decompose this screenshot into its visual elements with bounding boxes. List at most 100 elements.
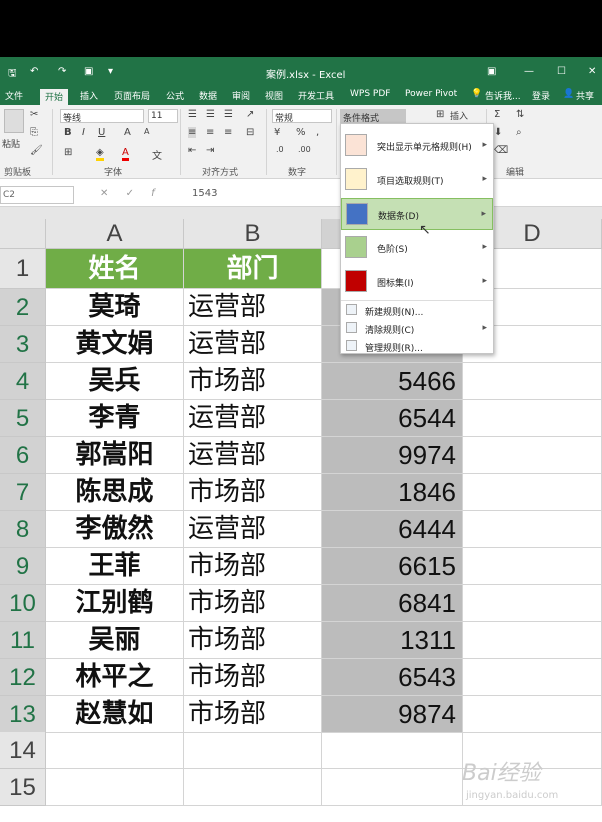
maximize-icon[interactable]: ☐ <box>557 66 566 77</box>
tab-power-pivot[interactable]: Power Pivot <box>405 89 457 99</box>
form-icon[interactable]: ▣ <box>84 66 93 77</box>
name-cell[interactable]: 江别鹤 <box>46 585 184 622</box>
tab-formulas[interactable]: 公式 <box>166 89 184 102</box>
format-painter-icon[interactable]: 🖌 <box>30 145 43 156</box>
dept-cell[interactable]: 运营部 <box>184 511 322 548</box>
paste-icon[interactable] <box>4 109 24 133</box>
align-middle-icon[interactable]: ☰ <box>206 109 215 120</box>
dept-cell[interactable]: 市场部 <box>184 659 322 696</box>
dropdown-item[interactable]: 图标集(I) ▸ <box>341 266 493 298</box>
copy-icon[interactable]: ⎘ <box>30 127 38 138</box>
tab-view[interactable]: 视图 <box>265 89 283 102</box>
dept-cell[interactable]: 市场部 <box>184 696 322 733</box>
value-cell[interactable]: 9874 <box>322 696 463 733</box>
merge-icon[interactable]: ⊟ <box>246 127 254 138</box>
tell-me-input[interactable]: 告诉我... <box>485 89 521 102</box>
insert-cells-button[interactable]: 插入 <box>450 109 468 122</box>
cell[interactable] <box>184 732 322 769</box>
italic-button[interactable]: I <box>82 127 85 138</box>
row-header[interactable]: 1 <box>0 249 46 289</box>
name-cell[interactable]: 莫琦 <box>46 289 184 326</box>
tab-wps-pdf[interactable]: WPS PDF <box>350 89 390 99</box>
dept-cell[interactable]: 运营部 <box>184 289 322 326</box>
underline-button[interactable]: U <box>98 127 105 138</box>
cell[interactable] <box>322 769 463 806</box>
align-top-icon[interactable]: ☰ <box>188 109 197 120</box>
column-header[interactable]: A <box>46 219 184 249</box>
cell[interactable] <box>463 548 602 585</box>
function-icon[interactable]: f <box>151 188 155 199</box>
share-button[interactable]: 共享 <box>576 89 594 102</box>
find-icon[interactable]: ⌕ <box>516 127 522 138</box>
value-cell[interactable]: 1311 <box>322 622 463 659</box>
align-center-icon[interactable]: ≡ <box>206 127 214 138</box>
font-grow-icon[interactable]: A <box>124 127 131 138</box>
cut-icon[interactable]: ✂ <box>30 109 38 120</box>
sort-filter-icon[interactable]: ⇅ <box>516 109 524 120</box>
dept-cell[interactable]: 运营部 <box>184 326 322 363</box>
ribbon-display-icon[interactable]: ▣ <box>487 66 496 77</box>
cell[interactable] <box>463 622 602 659</box>
customize-qat-icon[interactable]: ▾ <box>108 66 113 77</box>
name-cell[interactable]: 李傲然 <box>46 511 184 548</box>
cell[interactable] <box>184 769 322 806</box>
dropdown-small-item[interactable]: 新建规则(N)... <box>341 302 493 318</box>
tab-data[interactable]: 数据 <box>199 89 217 102</box>
cancel-icon[interactable]: ✕ <box>100 188 108 199</box>
currency-icon[interactable]: ¥ <box>274 127 280 138</box>
dropdown-item[interactable]: 突出显示单元格规则(H) ▸ <box>341 130 493 162</box>
value-cell[interactable]: 6544 <box>322 400 463 437</box>
align-right-icon[interactable]: ≡ <box>224 127 232 138</box>
close-icon[interactable]: ✕ <box>588 66 596 77</box>
minimize-icon[interactable]: — <box>524 66 534 77</box>
row-header[interactable]: 2 <box>0 289 46 326</box>
formula-input[interactable]: 1543 <box>192 188 217 199</box>
cell[interactable] <box>463 363 602 400</box>
fill-color-icon[interactable]: ◈ <box>96 147 104 161</box>
save-icon[interactable]: 🖫 <box>8 66 17 83</box>
name-box[interactable]: C2 <box>0 186 74 204</box>
dept-cell[interactable]: 运营部 <box>184 400 322 437</box>
cell[interactable] <box>463 659 602 696</box>
value-cell[interactable]: 6841 <box>322 585 463 622</box>
value-cell[interactable]: 9974 <box>322 437 463 474</box>
indent-decrease-icon[interactable]: ⇤ <box>188 145 196 156</box>
dept-cell[interactable]: 市场部 <box>184 622 322 659</box>
tab-developer[interactable]: 开发工具 <box>298 89 334 102</box>
cell[interactable] <box>463 400 602 437</box>
border-icon[interactable]: ⊞ <box>64 147 72 158</box>
row-header[interactable]: 14 <box>0 732 46 769</box>
value-cell[interactable]: 6444 <box>322 511 463 548</box>
orientation-icon[interactable]: ↗ <box>246 109 254 120</box>
row-header[interactable]: 11 <box>0 622 46 659</box>
paste-label[interactable]: 粘贴 <box>2 137 20 150</box>
font-shrink-icon[interactable]: A <box>144 127 149 136</box>
name-cell[interactable]: 黄文娟 <box>46 326 184 363</box>
dept-cell[interactable]: 市场部 <box>184 474 322 511</box>
tab-review[interactable]: 审阅 <box>232 89 250 102</box>
clear-icon[interactable]: ⌫ <box>494 145 508 156</box>
percent-icon[interactable]: % <box>296 127 306 138</box>
name-cell[interactable]: 陈思成 <box>46 474 184 511</box>
value-cell[interactable]: 6615 <box>322 548 463 585</box>
header-cell[interactable]: 姓名 <box>46 249 184 289</box>
cell[interactable] <box>46 732 184 769</box>
tab-file[interactable]: 文件 <box>5 89 23 102</box>
font-color-icon[interactable]: A <box>122 147 129 161</box>
row-header[interactable]: 15 <box>0 769 46 806</box>
dept-cell[interactable]: 市场部 <box>184 548 322 585</box>
row-header[interactable]: 4 <box>0 363 46 400</box>
insert-cells-icon[interactable]: ⊞ <box>436 109 444 120</box>
fill-icon[interactable]: ⬇ <box>494 127 502 138</box>
cell[interactable] <box>463 474 602 511</box>
row-header[interactable]: 3 <box>0 326 46 363</box>
cell[interactable] <box>46 769 184 806</box>
header-cell[interactable]: 部门 <box>184 249 322 289</box>
bold-button[interactable]: B <box>64 127 72 138</box>
value-cell[interactable]: 5466 <box>322 363 463 400</box>
dropdown-item[interactable]: 项目选取规则(T) ▸ <box>341 164 493 196</box>
autosum-icon[interactable]: Σ <box>494 109 500 120</box>
tab-insert[interactable]: 插入 <box>80 89 98 102</box>
conditional-format-button[interactable]: 条件格式 <box>340 109 406 124</box>
dropdown-item[interactable]: 数据条(D) ▸ <box>341 198 493 230</box>
